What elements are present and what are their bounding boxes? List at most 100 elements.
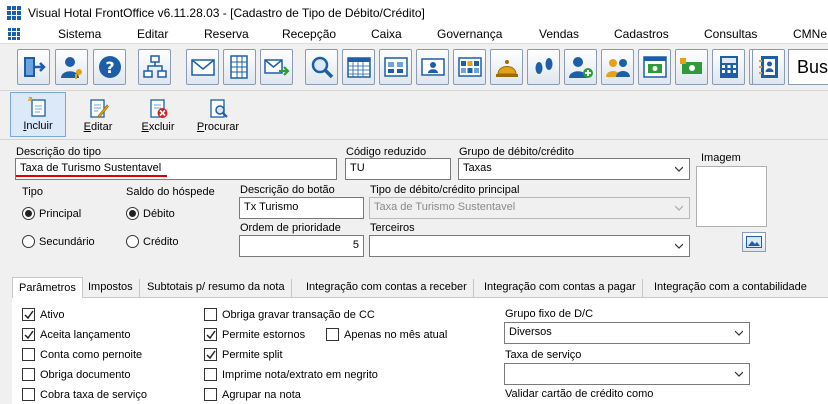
title-bar: Visual Hotal FrontOffice v6.11.28.03 - [… bbox=[0, 0, 828, 25]
terceiros-select[interactable] bbox=[369, 235, 690, 257]
menu-reserva[interactable]: Reserva bbox=[204, 27, 249, 41]
menu-caixa[interactable]: Caixa bbox=[371, 27, 402, 41]
chevron-down-icon bbox=[735, 330, 743, 336]
chevron-down-icon bbox=[675, 205, 683, 211]
grupo-select[interactable]: Taxas bbox=[458, 158, 690, 180]
envelope-icon[interactable] bbox=[186, 49, 219, 85]
tab-contas-pagar[interactable]: Integração com contas a pagar bbox=[484, 279, 643, 298]
add-guest-icon[interactable] bbox=[564, 49, 597, 85]
footprints-icon[interactable] bbox=[527, 49, 560, 85]
menu-sistema[interactable]: Sistema bbox=[58, 27, 101, 41]
image-preview bbox=[696, 166, 767, 227]
radio-dot bbox=[22, 235, 35, 248]
imprime-negrito-checkbox[interactable]: Imprime nota/extrato em negrito bbox=[204, 368, 378, 381]
aceita-lancamento-checkbox[interactable]: Aceita lançamento bbox=[22, 328, 131, 341]
checkbox-box bbox=[22, 328, 35, 341]
check-icon bbox=[23, 330, 34, 339]
room-map-icon[interactable] bbox=[379, 49, 412, 85]
incluir-button[interactable]: Incluir bbox=[10, 92, 66, 137]
apenas-mes-atual-checkbox[interactable]: Apenas no mês atual bbox=[326, 328, 447, 341]
obriga-gravar-cc-checkbox[interactable]: Obriga gravar transação de CC bbox=[204, 308, 375, 321]
check-icon bbox=[205, 350, 216, 359]
codigo-input[interactable]: TU bbox=[345, 158, 451, 180]
checkbox-box bbox=[204, 308, 217, 321]
image-picker-button[interactable] bbox=[742, 232, 766, 252]
menu-consultas[interactable]: Consultas bbox=[704, 27, 757, 41]
checkbox-box bbox=[22, 388, 35, 401]
checkbox-box bbox=[204, 388, 217, 401]
menu-editar[interactable]: Editar bbox=[137, 27, 168, 41]
mdi-system-menu-icon[interactable] bbox=[8, 28, 20, 40]
mail-forward-icon[interactable] bbox=[260, 49, 293, 85]
bell-icon[interactable] bbox=[490, 49, 523, 85]
delete-document-icon bbox=[150, 99, 168, 118]
descricao-botao-input[interactable]: Tx Turismo bbox=[239, 197, 364, 219]
menu-cadastros[interactable]: Cadastros bbox=[614, 27, 669, 41]
obriga-documento-checkbox[interactable]: Obriga documento bbox=[22, 368, 131, 381]
magnifier-icon[interactable] bbox=[305, 49, 338, 85]
conta-pernoite-checkbox[interactable]: Conta como pernoite bbox=[22, 348, 142, 361]
guest-card-icon[interactable] bbox=[416, 49, 449, 85]
menu-governanca[interactable]: Governança bbox=[437, 27, 502, 41]
tab-subtotais[interactable]: Subtotais p/ resumo da nota bbox=[147, 279, 292, 298]
procurar-label: rocurar bbox=[204, 121, 240, 133]
user-key-icon[interactable] bbox=[55, 49, 88, 85]
search-document-icon bbox=[210, 99, 228, 118]
toolbar-search-input[interactable]: Bus bbox=[788, 49, 828, 85]
codigo-label: Código reduzido bbox=[346, 146, 427, 158]
saldo-debito-radio[interactable]: Débito bbox=[126, 207, 175, 220]
tipo-principal-value: Taxa de Turismo Sustentavel bbox=[374, 201, 516, 213]
excluir-key: E bbox=[141, 121, 149, 133]
check-icon bbox=[23, 310, 34, 319]
agrupar-nota-checkbox[interactable]: Agrupar na nota bbox=[204, 388, 301, 401]
saldo-debito-label: Débito bbox=[143, 207, 175, 220]
cobra-taxa-servico-checkbox[interactable]: Cobra taxa de serviço bbox=[22, 388, 147, 401]
org-chart-icon[interactable] bbox=[138, 49, 171, 85]
ordem-label: Ordem de prioridade bbox=[240, 222, 341, 234]
help-icon[interactable]: ? bbox=[93, 49, 126, 85]
editar-button[interactable]: Editar bbox=[70, 92, 126, 137]
permite-estornos-label: Permite estornos bbox=[222, 328, 306, 341]
excluir-button[interactable]: Excluir bbox=[130, 92, 186, 137]
saldo-credito-label: Crédito bbox=[143, 235, 179, 248]
aceita-lancamento-label: Aceita lançamento bbox=[40, 328, 131, 341]
spreadsheet-icon[interactable] bbox=[223, 49, 256, 85]
calculator-icon[interactable] bbox=[712, 49, 745, 85]
agrupar-nota-label: Agrupar na nota bbox=[222, 388, 301, 401]
procurar-button[interactable]: Procurar bbox=[190, 92, 246, 137]
tab-contas-receber[interactable]: Integração com contas a receber bbox=[306, 279, 474, 298]
menu-vendas[interactable]: Vendas bbox=[539, 27, 579, 41]
apenas-mes-atual-label: Apenas no mês atual bbox=[344, 328, 448, 341]
obriga-documento-label: Obriga documento bbox=[40, 368, 131, 381]
tab-impostos[interactable]: Impostos bbox=[88, 279, 140, 298]
taxa-servico-select[interactable] bbox=[504, 363, 750, 385]
new-document-icon bbox=[28, 96, 46, 117]
tipo-secundario-radio[interactable]: Secundário bbox=[22, 235, 95, 248]
grupo-fixo-select[interactable]: Diversos bbox=[504, 322, 750, 344]
menu-recepcao[interactable]: Recepção bbox=[282, 27, 336, 41]
cash-register-window-icon[interactable] bbox=[638, 49, 671, 85]
group-icon[interactable] bbox=[601, 49, 634, 85]
checkbox-box bbox=[22, 368, 35, 381]
room-board-icon[interactable] bbox=[453, 49, 486, 85]
checkbox-box bbox=[22, 308, 35, 321]
payment-icon[interactable] bbox=[675, 49, 708, 85]
address-book-icon[interactable] bbox=[752, 49, 785, 85]
chevron-down-icon bbox=[675, 243, 683, 249]
exit-door-icon[interactable] bbox=[17, 49, 50, 85]
picture-icon bbox=[746, 236, 762, 248]
ativo-checkbox[interactable]: Ativo bbox=[22, 308, 64, 321]
menu-bar: Sistema Editar Reserva Recepção Caixa Go… bbox=[0, 25, 828, 44]
tipo-secundario-label: Secundário bbox=[39, 235, 95, 248]
ordem-input[interactable]: 5 bbox=[239, 235, 364, 257]
saldo-credito-radio[interactable]: Crédito bbox=[126, 235, 178, 248]
permite-estornos-checkbox[interactable]: Permite estornos bbox=[204, 328, 305, 341]
saldo-label: Saldo do hóspede bbox=[126, 186, 215, 198]
check-icon bbox=[205, 330, 216, 339]
tab-contabilidade[interactable]: Integração com a contabilidade bbox=[654, 279, 807, 298]
tab-parametros[interactable]: Parâmetros bbox=[12, 277, 83, 298]
permite-split-checkbox[interactable]: Permite split bbox=[204, 348, 283, 361]
calendar-grid-icon[interactable] bbox=[342, 49, 375, 85]
menu-cmne[interactable]: CMNe bbox=[793, 27, 827, 41]
tipo-principal-radio[interactable]: Principal bbox=[22, 207, 81, 220]
